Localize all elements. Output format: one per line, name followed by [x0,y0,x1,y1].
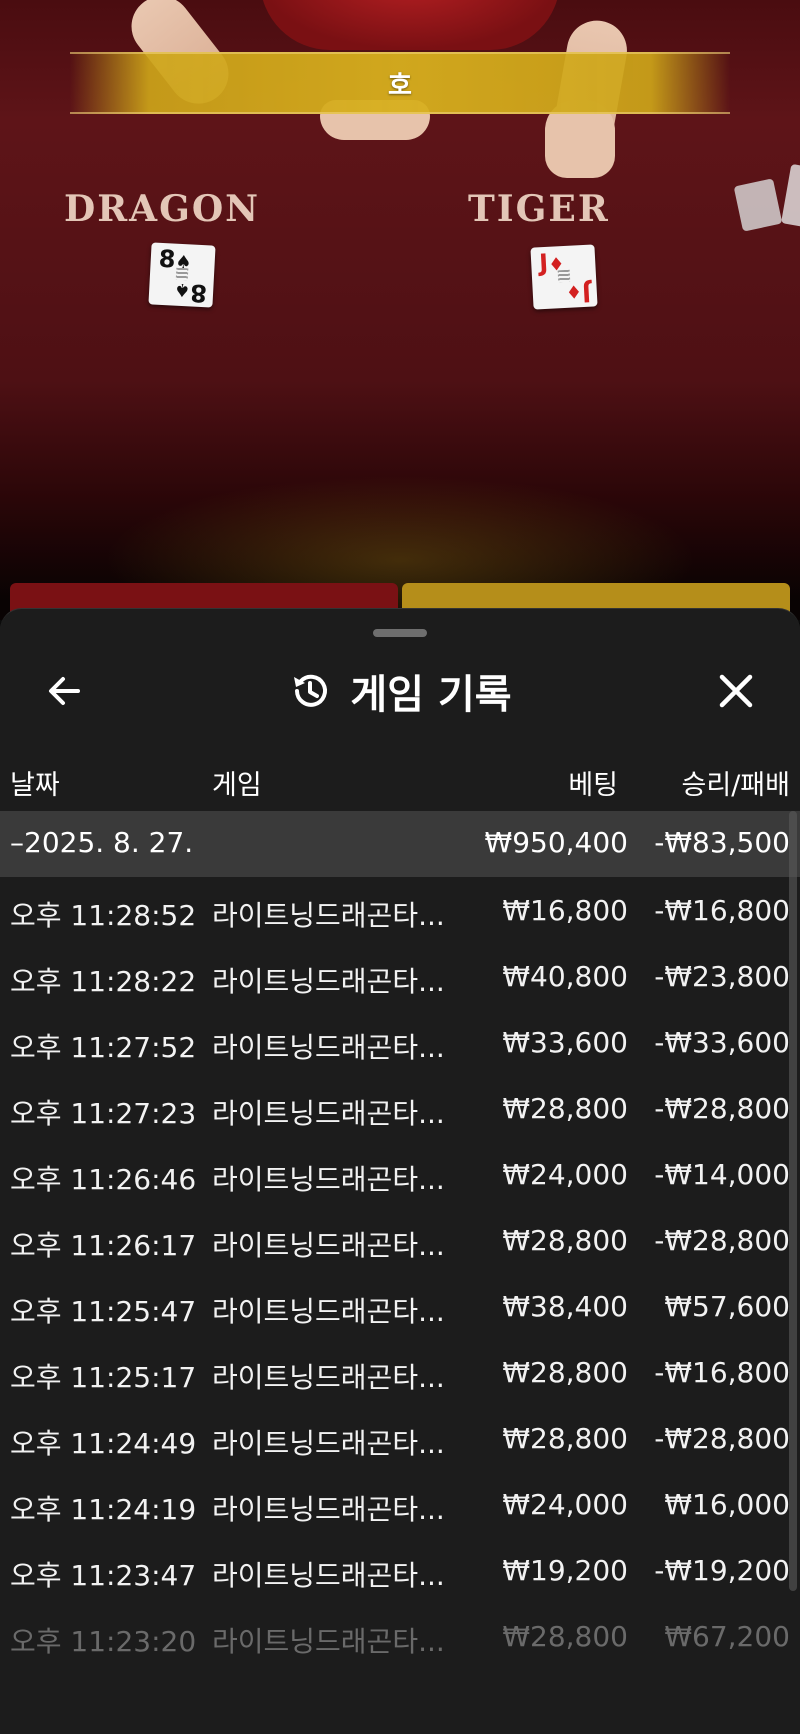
table-row[interactable]: 오후 11:25:47 라이트닝드래곤타... ₩38,400 ₩57,600 [0,1275,800,1341]
history-scrollbar[interactable] [789,811,797,1591]
row-time: 오후 11:23:47 [10,1559,197,1592]
card-shoe [733,178,783,232]
row-game: 라이트닝드래곤타... [212,1097,445,1130]
row-bet: ₩24,000 [502,1488,628,1521]
row-game: 라이트닝드래곤타... [212,1559,445,1592]
row-bet: ₩16,800 [502,894,628,927]
row-time: 오후 11:27:52 [10,1031,197,1064]
row-result: -₩28,800 [654,1092,790,1125]
row-game: 라이트닝드래곤타... [212,899,445,932]
history-rows: 오후 11:28:52 라이트닝드래곤타... ₩16,800 -₩16,800… [0,879,800,1671]
row-time: 오후 11:28:22 [10,965,197,998]
tiger-card-rank-bottom: J♦ [565,278,592,308]
row-time: 오후 11:23:20 [10,1625,197,1658]
back-button[interactable] [40,667,88,715]
row-bet: ₩38,400 [502,1290,628,1323]
row-bet: ₩28,800 [502,1422,628,1455]
row-result: ₩16,000 [664,1488,790,1521]
row-bet: ₩28,800 [502,1092,628,1125]
arrow-left-icon [49,677,80,705]
result-banner: 호 [70,52,730,114]
close-button[interactable] [712,667,760,715]
table-row[interactable]: 오후 11:24:19 라이트닝드래곤타... ₩24,000 ₩16,000 [0,1473,800,1539]
row-result: -₩19,200 [654,1554,790,1587]
row-time: 오후 11:27:23 [10,1097,197,1130]
row-result: ₩57,600 [664,1290,790,1323]
column-header-date: 날짜 [10,770,60,801]
table-row[interactable]: 오후 11:24:49 라이트닝드래곤타... ₩28,800 -₩28,800 [0,1407,800,1473]
table-row[interactable]: 오후 11:28:52 라이트닝드래곤타... ₩16,800 -₩16,800 [0,879,800,945]
row-bet: ₩19,200 [502,1554,628,1587]
row-game: 라이트닝드래곤타... [212,1625,445,1658]
row-result: ₩67,200 [664,1620,790,1653]
history-icon [294,674,328,707]
result-banner-text: 호 [388,70,412,101]
row-bet: ₩28,800 [502,1620,628,1653]
column-header-bet: 베팅 [568,770,618,801]
row-game: 라이트닝드래곤타... [212,1493,445,1526]
game-table-view: 호 DRAGON TIGER 8♠ 8♠ J♦ J♦ [0,0,800,620]
row-result: -₩16,800 [654,894,790,927]
table-row[interactable]: 오후 11:26:46 라이트닝드래곤타... ₩24,000 -₩14,000 [0,1143,800,1209]
sheet-header: 게임 기록 [0,651,800,731]
row-bet: ₩24,000 [502,1158,628,1191]
tiger-card: J♦ J♦ [530,244,598,310]
row-time: 오후 11:25:17 [10,1361,197,1394]
column-header-game: 게임 [212,770,262,801]
close-icon [719,674,753,708]
row-time: 오후 11:24:49 [10,1427,197,1460]
row-result: -₩28,800 [654,1224,790,1257]
row-time: 오후 11:25:47 [10,1295,197,1328]
dragon-label: DRAGON [64,188,261,230]
sheet-title: 게임 기록 [350,672,512,718]
tiger-label: TIGER [468,188,610,230]
date-group-date: –2025. 8. 27. [10,826,194,859]
date-group-result-total: -₩83,500 [654,826,790,859]
row-game: 라이트닝드래곤타... [212,1031,445,1064]
table-row[interactable]: 오후 11:27:23 라이트닝드래곤타... ₩28,800 -₩28,800 [0,1077,800,1143]
sheet-drag-handle[interactable] [373,629,427,637]
game-history-sheet: 게임 기록 날짜 게임 베팅 승리/패배 –2025. 8. 27. ₩950,… [0,608,800,1734]
table-row[interactable]: 오후 11:23:20 라이트닝드래곤타... ₩28,800 ₩67,200 [0,1605,800,1671]
row-game: 라이트닝드래곤타... [212,1361,445,1394]
row-time: 오후 11:26:17 [10,1229,197,1262]
table-row[interactable]: 오후 11:23:47 라이트닝드래곤타... ₩19,200 -₩19,200 [0,1539,800,1605]
row-result: -₩33,600 [654,1026,790,1059]
dragon-card: 8♠ 8♠ [148,242,216,308]
row-game: 라이트닝드래곤타... [212,1427,445,1460]
dealer [260,0,560,50]
table-row[interactable]: 오후 11:28:22 라이트닝드래곤타... ₩40,800 -₩23,800 [0,945,800,1011]
row-result: -₩14,000 [654,1158,790,1191]
table-row[interactable]: 오후 11:27:52 라이트닝드래곤타... ₩33,600 -₩33,600 [0,1011,800,1077]
row-time: 오후 11:28:52 [10,899,197,932]
date-group-bet-total: ₩950,400 [484,826,628,859]
row-result: -₩23,800 [654,960,790,993]
sheet-title-group: 게임 기록 [0,651,800,731]
row-game: 라이트닝드래곤타... [212,1163,445,1196]
column-header-win-loss: 승리/패배 [681,770,790,801]
history-table-header: 날짜 게임 베팅 승리/패배 [0,749,800,809]
row-game: 라이트닝드래곤타... [212,965,445,998]
table-row[interactable]: 오후 11:25:17 라이트닝드래곤타... ₩28,800 -₩16,800 [0,1341,800,1407]
table-row[interactable]: 오후 11:26:17 라이트닝드래곤타... ₩28,800 -₩28,800 [0,1209,800,1275]
row-bet: ₩28,800 [502,1356,628,1389]
row-time: 오후 11:24:19 [10,1493,197,1526]
row-bet: ₩33,600 [502,1026,628,1059]
row-result: -₩28,800 [654,1422,790,1455]
row-game: 라이트닝드래곤타... [212,1295,445,1328]
row-bet: ₩28,800 [502,1224,628,1257]
row-time: 오후 11:26:46 [10,1163,197,1196]
row-game: 라이트닝드래곤타... [212,1229,445,1262]
card-shoe-edge [781,163,800,229]
date-group-row[interactable]: –2025. 8. 27. ₩950,400 -₩83,500 [0,811,800,877]
row-result: -₩16,800 [654,1356,790,1389]
dragon-card-rank-bottom: 8♠ [173,278,208,308]
row-bet: ₩40,800 [502,960,628,993]
